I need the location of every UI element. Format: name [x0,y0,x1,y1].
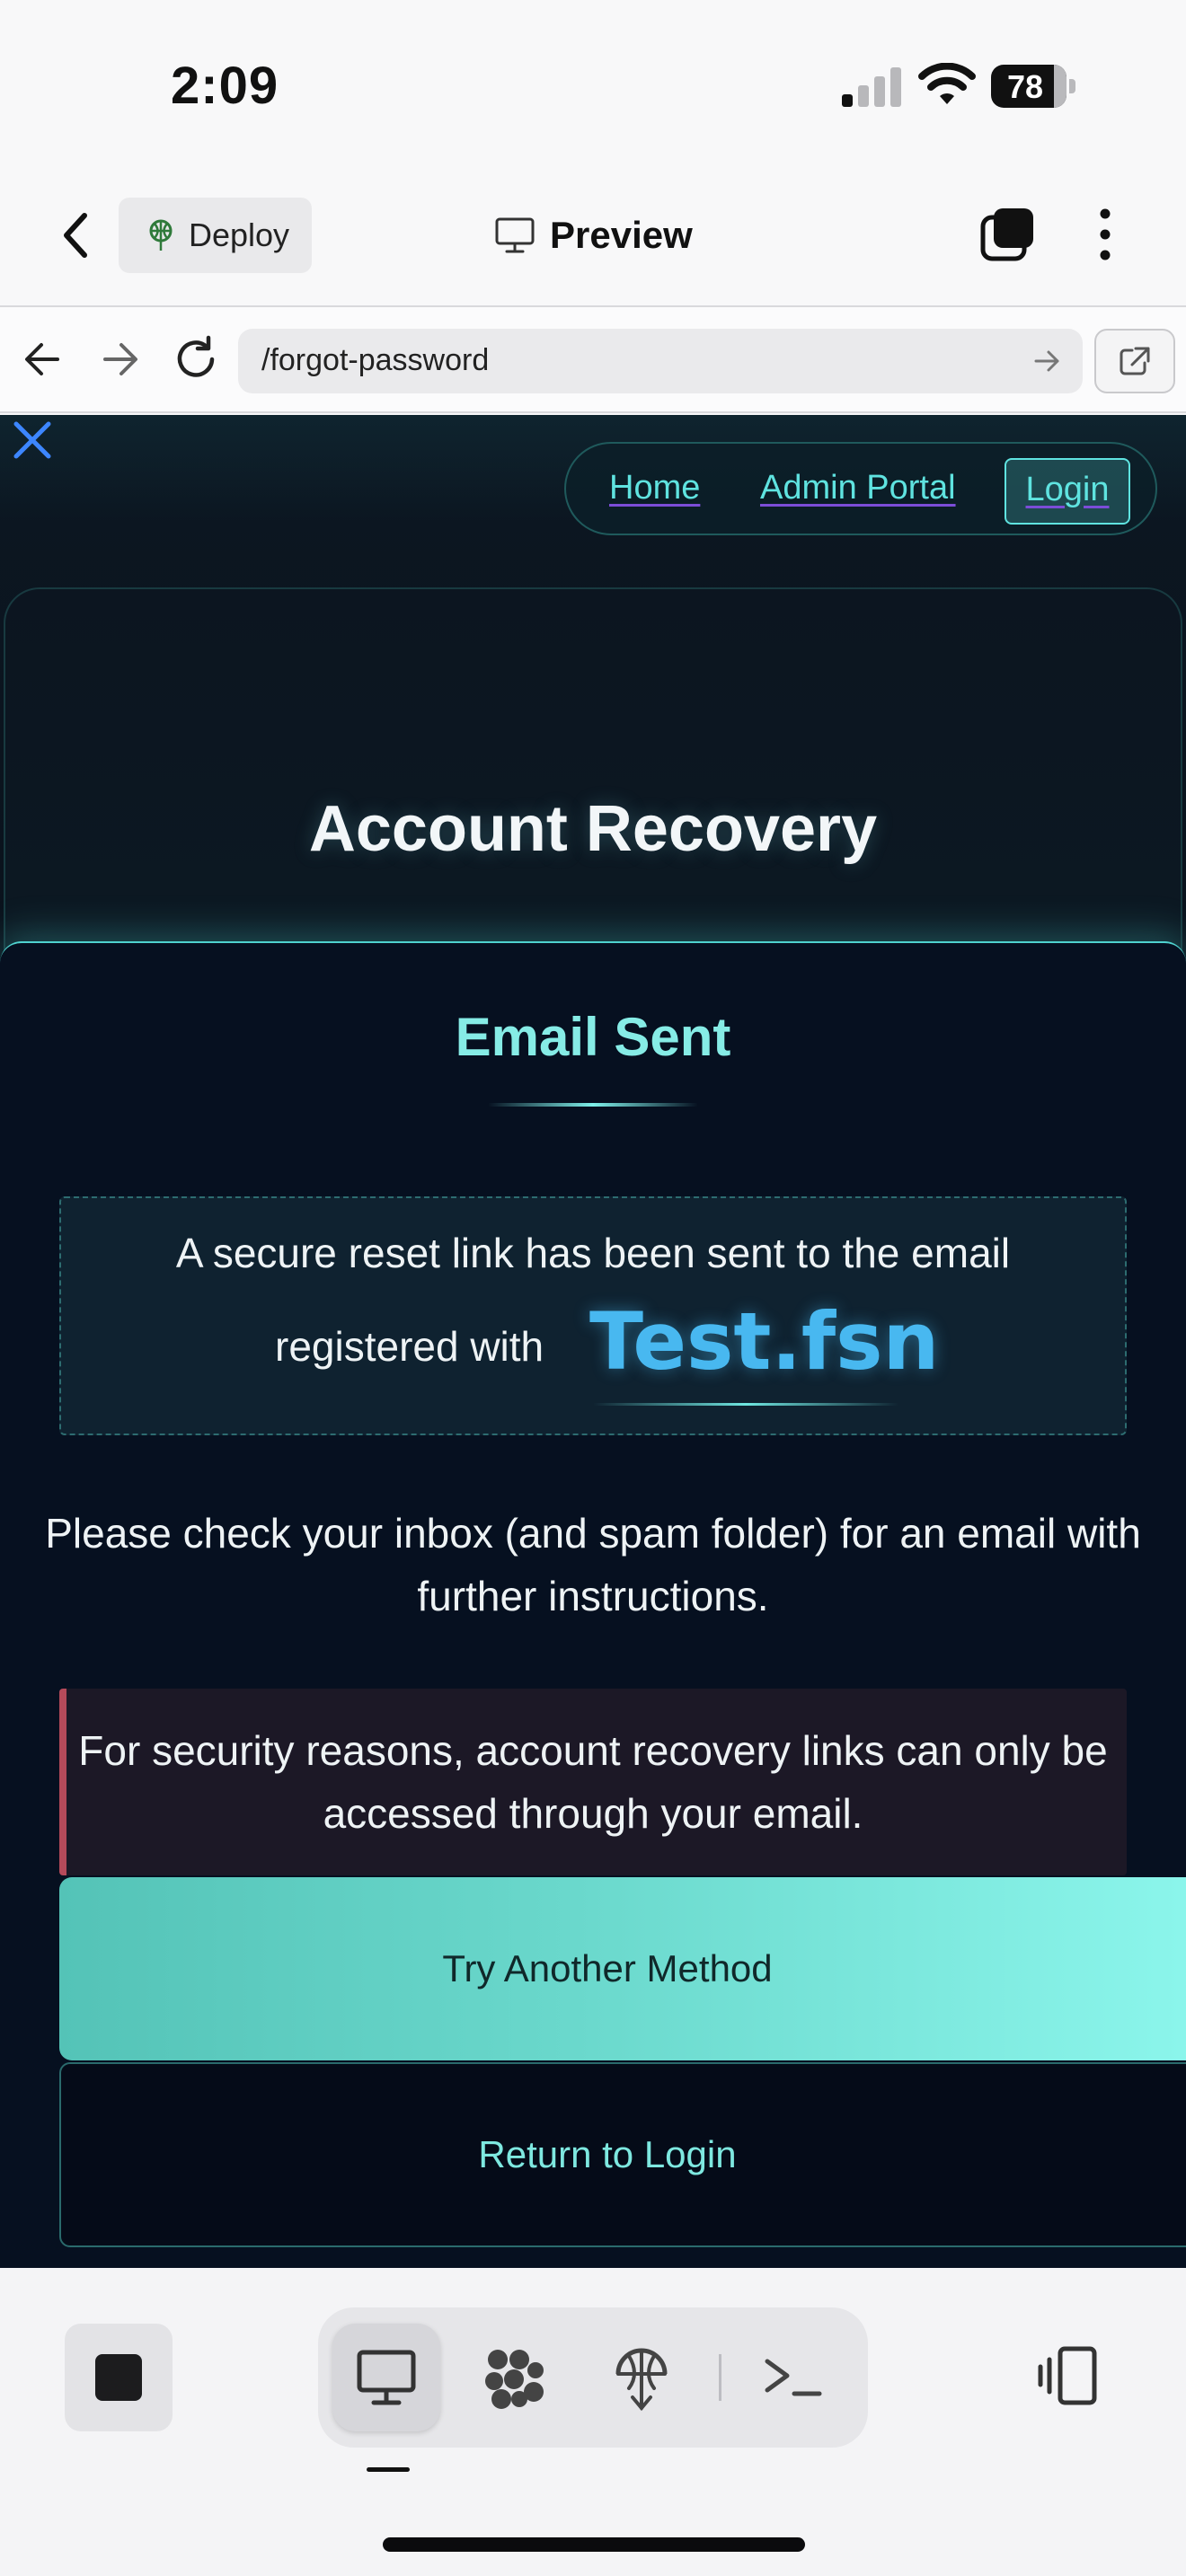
view-switcher [318,2307,868,2448]
nav-link-home[interactable]: Home [609,469,700,507]
email-underline [593,1403,898,1406]
deploy-globe-icon [615,2348,668,2412]
clock: 2:09 [171,57,279,115]
open-external-button[interactable] [1094,329,1175,393]
tabs-icon[interactable] [979,205,1039,264]
return-to-login-button[interactable]: Return to Login [59,2062,1186,2247]
arrow-right-icon[interactable] [94,334,145,384]
registered-email: Test.fsn [589,1295,940,1388]
deploy-icon [149,219,173,251]
monitor-icon [495,217,535,253]
status-heading: Email Sent [455,1007,731,1067]
arrow-left-icon[interactable] [18,334,68,384]
home-indicator [383,2537,805,2552]
wifi-icon [918,63,976,104]
tab-deploy[interactable] [588,2324,695,2431]
reload-icon[interactable] [171,334,221,384]
stop-icon [95,2354,142,2401]
more-options-icon[interactable] [1087,205,1123,264]
page-title: Account Recovery [308,793,878,865]
url-field[interactable]: /forgot-password [238,329,1083,393]
bottom-app-bar [0,2268,1186,2576]
apps-grid-icon [485,2350,544,2409]
battery-icon: 78 [991,65,1075,108]
try-another-method-label: Try Another Method [442,1947,773,1989]
active-tab-indicator [367,2467,410,2472]
security-warning-text: For security reasons, account recovery l… [78,1727,1108,1837]
instructions-text: Please check your inbox (and spam folder… [45,1510,1141,1619]
go-arrow-icon[interactable] [1031,345,1063,377]
web-viewport: Home Admin Portal Login Account Recovery… [0,415,1186,2268]
cellular-signal-icon [842,67,901,107]
app-toolbar: Deploy Preview [0,171,1186,305]
nav-link-login[interactable]: Login [1005,458,1130,525]
battery-level: 78 [1006,68,1044,105]
deploy-label: Deploy [189,216,290,253]
notice-text-prefix: registered with [275,1323,544,1370]
tab-terminal[interactable] [740,2324,848,2431]
desktop-icon [357,2350,416,2405]
preview-label: Preview [550,214,693,256]
url-text[interactable]: /forgot-password [261,343,489,378]
notice-text: A secure reset link has been sent to the… [175,1230,1011,1276]
separator [719,2354,721,2401]
chevron-left-icon[interactable] [54,208,99,262]
close-icon[interactable] [13,420,52,460]
tab-desktop-preview[interactable] [332,2324,440,2431]
url-bar: /forgot-password [0,305,1186,413]
status-bar: 2:09 78 [0,0,1186,171]
return-to-login-label: Return to Login [478,2133,737,2175]
stop-button[interactable] [65,2324,173,2431]
deploy-button[interactable]: Deploy [119,198,312,273]
tab-apps[interactable] [460,2324,568,2431]
preview-tab[interactable]: Preview [494,207,693,264]
panel-toggle-icon[interactable] [1033,2340,1105,2412]
top-navigation: Home Admin Portal Login [564,442,1157,535]
nav-link-admin-portal[interactable]: Admin Portal [760,469,956,507]
terminal-icon [765,2359,822,2396]
heading-underline [488,1103,698,1107]
external-link-icon [1120,347,1150,375]
try-another-method-button[interactable]: Try Another Method [59,1877,1186,2060]
